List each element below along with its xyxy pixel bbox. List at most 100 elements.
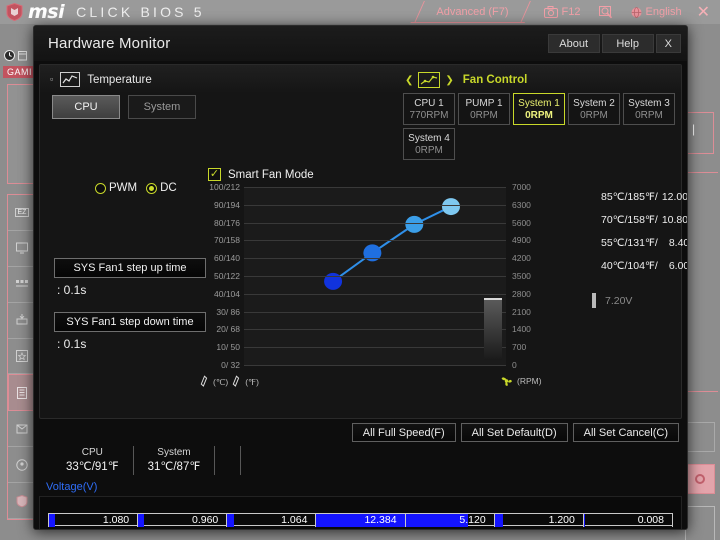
chart-y-tick: 40/104: [214, 288, 240, 299]
close-bios-button[interactable]: ✕: [691, 2, 720, 22]
hardware-monitor-icon: [17, 386, 27, 399]
screenshot-button[interactable]: F12: [535, 6, 590, 18]
fan-cell-pump1[interactable]: PUMP 1 0RPM: [458, 93, 510, 125]
thermometer-fahrenheit-icon: [232, 375, 240, 387]
favorites-icon: [16, 350, 28, 362]
fan-name: System 3: [628, 97, 670, 109]
step-time-controls: SYS Fan1 step up time : 0.1s SYS Fan1 st…: [54, 258, 219, 366]
voltage-bar-fill: [494, 514, 503, 527]
legend-row-85c: 85℃/185℉/ 12.00V: [592, 185, 688, 208]
thermometer-celsius-icon: [200, 375, 208, 387]
sys-fan1-step-down-button[interactable]: SYS Fan1 step down time: [54, 312, 206, 332]
voltage-rail-row: 1.080 CPU Core 0.960 CPU I/O 1.064 CPU SA 12.3…: [48, 513, 673, 530]
fan-cell-system1[interactable]: System 1 0RPM: [513, 93, 565, 125]
fan-cell-system2[interactable]: System 2 0RPM: [568, 93, 620, 125]
background-clock: [4, 50, 27, 61]
legend-volt: 12.00V: [661, 190, 688, 203]
advanced-mode-button[interactable]: Advanced (F7): [410, 1, 534, 23]
search-button[interactable]: [590, 5, 622, 19]
legend-temp: 40℃/104℉/: [601, 259, 658, 272]
all-full-speed-button[interactable]: All Full Speed(F): [351, 423, 456, 442]
chart-y-tick: 80/176: [214, 217, 240, 228]
tab-system[interactable]: System: [128, 95, 196, 119]
flash-drive-icon: [16, 314, 28, 325]
close-window-button[interactable]: X: [655, 34, 681, 53]
voltage-rail-label: CPU I/O: [140, 529, 179, 530]
fan-curve-icon: [418, 72, 441, 88]
language-selector[interactable]: English: [622, 6, 691, 18]
chart-rpm-tick: 1400: [512, 324, 531, 335]
chart-y-tick: 10/ 50: [216, 342, 240, 353]
voltage-value: 0.960: [192, 514, 219, 526]
sidebar-item-ez-mode[interactable]: EZ: [8, 195, 36, 231]
sidebar-item-security[interactable]: [8, 483, 36, 520]
smart-fan-mode-checkbox[interactable]: ✓: [208, 168, 221, 181]
chart-gridline: [244, 311, 506, 313]
temperature-graph-icon: [60, 72, 81, 87]
chart-gridline: [244, 293, 506, 295]
temperature-section-title: Temperature: [87, 73, 152, 86]
readout-spacer: [215, 446, 242, 475]
all-set-default-button[interactable]: All Set Default(D): [460, 423, 568, 442]
readout-label: CPU: [81, 447, 103, 458]
voltage-bar-fill: [49, 514, 56, 527]
sidebar-item-help[interactable]: [8, 447, 36, 484]
chart-gridline: [244, 329, 506, 331]
sys-fan1-step-down-value: : 0.1s: [57, 337, 87, 351]
fan-name: System 4: [408, 132, 450, 144]
temperature-readouts: CPU 33℃/91℉ System 31℃/87℉: [52, 446, 242, 475]
voltage-bar-fill: [138, 514, 145, 527]
sidebar-item-hardware-monitor[interactable]: [8, 374, 36, 412]
prev-section-icon[interactable]: ❮: [405, 75, 413, 86]
boot-order-icon: [16, 280, 28, 287]
sidebar-item-favorites[interactable]: [8, 339, 36, 375]
sidebar-item-mflash[interactable]: [8, 303, 36, 339]
fan-cell-cpu1[interactable]: CPU 1 770RPM: [403, 93, 455, 125]
fan-curve-legend: 85℃/185℉/ 12.00V 70℃/158℉/ 10.80V 55℃/13…: [592, 185, 688, 312]
action-button-row: All Full Speed(F) All Set Default(D) All…: [351, 423, 679, 442]
voltage-rail-label: DRAM: [497, 529, 528, 530]
radio-dc[interactable]: [146, 182, 158, 194]
tab-cpu[interactable]: CPU: [52, 95, 120, 119]
fan-curve-chart: 100/212 90/194 80/176 70/158 60/140 50/122 40/…: [200, 182, 542, 402]
fan-cell-system4[interactable]: System 4 0RPM: [403, 128, 455, 160]
sidebar-item-monitor[interactable]: [8, 231, 36, 267]
chart-plot-area[interactable]: [244, 187, 506, 366]
msi-dragon-shield-icon: [6, 3, 23, 21]
window-titlebar: Hardware Monitor About Help X: [34, 26, 687, 61]
fan-name: System 2: [573, 97, 615, 109]
sidebar-item-boot[interactable]: [8, 267, 36, 303]
voltage-rail: 1.080 CPU Core: [48, 514, 137, 527]
sidebar-item-profile[interactable]: [8, 411, 36, 448]
voltage-rail: 12.384 System/12V: [315, 514, 405, 530]
celsius-unit: (℃): [213, 376, 229, 387]
bios-topbar: msi CLICK BIOS 5 Advanced (F7) F12 Engli…: [0, 0, 720, 24]
chart-rpm-tick: 3500: [512, 271, 531, 281]
ez-badge: EZ: [14, 207, 30, 217]
chart-rpm-tick: 2100: [512, 306, 531, 317]
background-right-highlight: [685, 464, 715, 494]
language-label: English: [645, 6, 682, 18]
all-set-cancel-button[interactable]: All Set Cancel(C): [572, 423, 679, 442]
voltage-rail-label: System/12V: [318, 529, 375, 530]
about-button[interactable]: About: [547, 34, 600, 53]
chart-temp-units: (℃) (℉): [200, 375, 259, 389]
voltage-rail-label: CPU Core: [51, 529, 99, 530]
legend-temp: 85℃/185℉/: [601, 190, 658, 203]
fan-icon: [501, 377, 512, 386]
rpm-slider-handle[interactable]: [484, 298, 502, 360]
help-button[interactable]: Help: [601, 34, 654, 53]
sys-fan1-step-up-value: : 0.1s: [57, 283, 87, 297]
fan-rpm: 0RPM: [525, 109, 553, 121]
radio-pwm[interactable]: [95, 182, 106, 194]
chart-rpm-tick: 2800: [512, 288, 531, 299]
next-section-icon[interactable]: ❯: [445, 75, 453, 86]
chart-y-axis-labels: 100/212 90/194 80/176 70/158 60/140 50/122 40/…: [200, 182, 240, 370]
fan-cell-system3[interactable]: System 3 0RPM: [623, 93, 675, 125]
voltage-value: 1.064: [281, 514, 308, 526]
sys-fan1-step-up-button[interactable]: SYS Fan1 step up time: [54, 258, 206, 278]
voltage-value: 12.384: [364, 514, 397, 526]
collapse-icon[interactable]: ▫: [50, 75, 53, 84]
chart-rpm-tick: 5600: [512, 217, 531, 228]
smart-fan-mode-label: Smart Fan Mode: [228, 168, 314, 181]
